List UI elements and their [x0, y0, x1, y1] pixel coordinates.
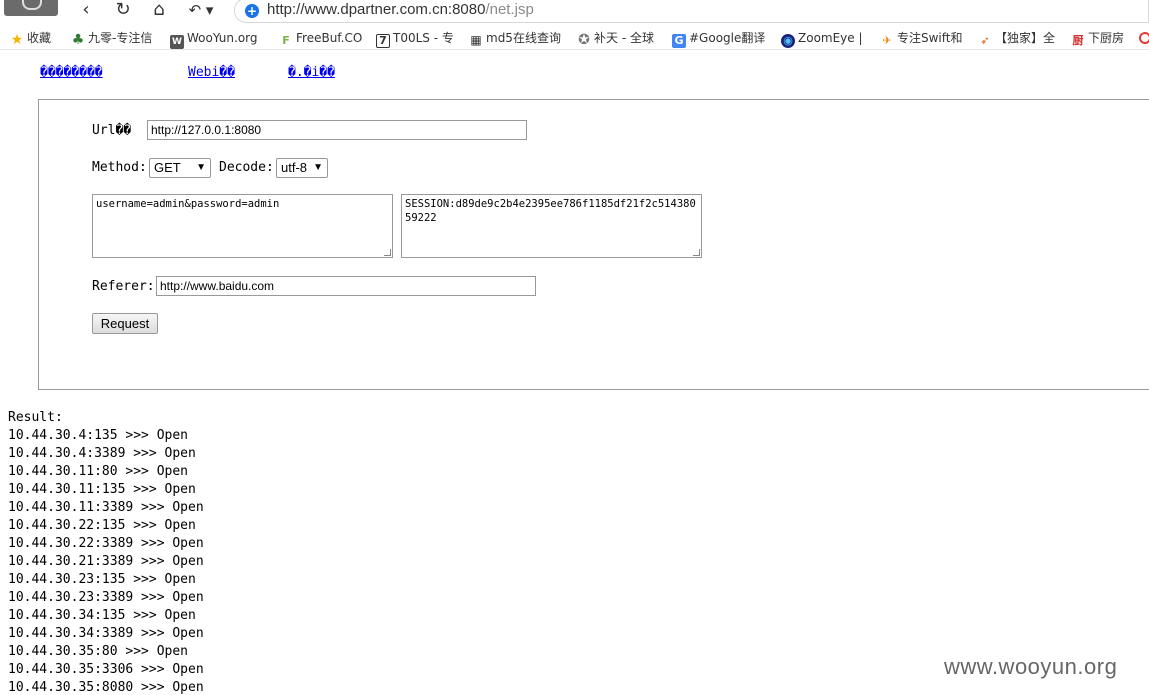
cookie-textarea[interactable]: SESSION:d89de9c2b4e2395ee786f1185df21f2c…: [401, 194, 702, 258]
bookmark-label: 专注Swift和: [897, 31, 963, 45]
bookmark-t00ls[interactable]: 7 T00LS - 专: [376, 29, 454, 48]
dropdown-arrow-icon: ▼: [196, 162, 206, 173]
url-label: Url��: [92, 123, 132, 138]
method-select[interactable]: GET ▼: [149, 158, 211, 178]
bookmark-md5[interactable]: ▦ md5在线查询: [469, 29, 561, 47]
resize-grip-icon[interactable]: [693, 249, 700, 256]
bookmark-zoomeye[interactable]: ◉ ZoomEye |: [781, 29, 863, 48]
request-form: Url�� http://127.0.0.1:8080 Method: GET ▼…: [38, 99, 1149, 390]
bookmark-label: md5在线查询: [486, 31, 561, 45]
t00ls-icon: 7: [376, 34, 390, 48]
decode-select[interactable]: utf-8 ▼: [276, 158, 328, 178]
nav-link-1[interactable]: ��������: [40, 65, 103, 80]
back-button[interactable]: ‹: [74, 0, 98, 22]
result-output: Result: 10.44.30.4:135 >>> Open 10.44.30.4…: [8, 409, 204, 695]
result-line: 10.44.30.4:3389 >>> Open: [8, 446, 196, 461]
bookmark-label: 收藏: [27, 31, 52, 45]
result-line: 10.44.30.35:3306 >>> Open: [8, 662, 204, 677]
watermark: www.wooyun.org: [944, 654, 1118, 679]
result-lines: 10.44.30.4:135 >>> Open 10.44.30.4:3389 >…: [8, 427, 204, 695]
bookmark-exclusive[interactable]: ➶ 【独家】全: [978, 29, 1055, 47]
referer-input[interactable]: http://www.baidu.com: [156, 276, 536, 296]
zoomeye-icon: ◉: [781, 34, 795, 48]
referer-label: Referer:: [92, 279, 155, 294]
result-line: 10.44.30.11:80 >>> Open: [8, 464, 189, 479]
url-input[interactable]: http://127.0.0.1:8080: [147, 120, 527, 140]
result-line: 10.44.30.22:135 >>> Open: [8, 518, 196, 533]
bookmark-google-translate[interactable]: G #Google翻译: [672, 29, 766, 48]
result-line: 10.44.30.11:3389 >>> Open: [8, 500, 204, 515]
security-icon[interactable]: +: [245, 4, 259, 18]
result-line: 10.44.30.23:135 >>> Open: [8, 572, 196, 587]
kitchen-icon: 厨: [1072, 34, 1084, 47]
bookmark-label: WooYun.org: [187, 31, 258, 45]
undo-dropdown-button[interactable]: ↶ ▾: [183, 0, 219, 22]
browser-toolbar: ‹ ↻ ⌂ ↶ ▾ + http://www.dpartner.com.cn:8…: [0, 0, 1149, 24]
translate-icon: G: [672, 34, 686, 48]
cookie-text: SESSION:d89de9c2b4e2395ee786f1185df21f2c…: [405, 198, 696, 224]
nav-link-webshell[interactable]: Webi��: [188, 65, 235, 80]
request-button[interactable]: Request: [92, 313, 158, 334]
address-bar[interactable]: + http://www.dpartner.com.cn:8080/net.js…: [234, 0, 1149, 23]
method-value: GET: [154, 160, 181, 175]
browser-logo-icon[interactable]: [4, 0, 58, 16]
grid-icon: ▦: [470, 33, 482, 47]
bookmark-jiuling[interactable]: ♣ 九零-专注信: [71, 29, 153, 48]
decode-value: utf-8: [281, 160, 308, 175]
result-line: 10.44.30.21:3389 >>> Open: [8, 554, 204, 569]
circle-icon: [1139, 32, 1149, 44]
url-text[interactable]: http://www.dpartner.com.cn:8080/net.jsp: [267, 1, 534, 18]
dropdown-arrow-icon: ▼: [313, 162, 323, 173]
swift-icon: ✈: [882, 34, 892, 47]
result-label: Result:: [8, 410, 63, 425]
url-host: http://www.dpartner.com.cn:8080: [267, 1, 486, 18]
bookmark-label: 补天 - 全球: [594, 31, 654, 45]
decode-label: Decode:: [219, 160, 274, 175]
resize-grip-icon[interactable]: [384, 249, 391, 256]
bird-icon: ➶: [980, 34, 990, 47]
bookmark-label: T00LS - 专: [393, 31, 454, 45]
result-line: 10.44.30.4:135 >>> Open: [8, 428, 189, 443]
bookmark-label: 【独家】全: [995, 31, 1056, 45]
post-data-text: username=admin&password=admin: [96, 198, 280, 210]
result-line: 10.44.30.22:3389 >>> Open: [8, 536, 204, 551]
bookmark-butian[interactable]: ✪ 补天 - 全球: [577, 29, 654, 47]
bookmark-overflow[interactable]: [1139, 29, 1149, 47]
post-data-textarea[interactable]: username=admin&password=admin: [92, 194, 393, 258]
bookmark-label: FreeBuf.CO: [296, 31, 363, 45]
freebuf-icon: F: [282, 34, 290, 47]
reload-button[interactable]: ↻: [111, 0, 135, 22]
nav-link-3[interactable]: �.�i��: [288, 65, 335, 80]
bookmark-label: 下厨房: [1088, 31, 1125, 45]
bookmark-freebuf[interactable]: F FreeBuf.CO: [279, 29, 362, 47]
result-line: 10.44.30.34:135 >>> Open: [8, 608, 196, 623]
tree-icon: ♣: [71, 32, 85, 48]
result-line: 10.44.30.34:3389 >>> Open: [8, 626, 204, 641]
bookmark-swift[interactable]: ✈ 专注Swift和: [880, 29, 963, 47]
result-line: 10.44.30.35:80 >>> Open: [8, 644, 189, 659]
wooyun-icon: W: [170, 35, 184, 49]
bookmark-favorites[interactable]: ★ 收藏: [10, 29, 51, 47]
result-line: 10.44.30.35:8080 >>> Open: [8, 680, 204, 695]
butian-icon: ✪: [578, 32, 590, 48]
method-label: Method:: [92, 160, 147, 175]
bookmark-label: #Google翻译: [689, 31, 766, 45]
result-line: 10.44.30.23:3389 >>> Open: [8, 590, 204, 605]
home-button[interactable]: ⌂: [147, 0, 171, 22]
url-path: /net.jsp: [485, 1, 534, 18]
result-line: 10.44.30.11:135 >>> Open: [8, 482, 196, 497]
bookmark-xiachufang[interactable]: 厨下厨房: [1071, 29, 1125, 47]
bookmark-wooyun[interactable]: W WooYun.org: [170, 29, 258, 49]
star-icon: ★: [10, 32, 24, 48]
bookmark-label: 九零-专注信: [88, 31, 153, 45]
bookmark-label: ZoomEye |: [798, 31, 863, 45]
bookmarks-bar: ★ 收藏 ♣ 九零-专注信 W WooYun.org F FreeBuf.CO 7 T00…: [0, 26, 1149, 50]
